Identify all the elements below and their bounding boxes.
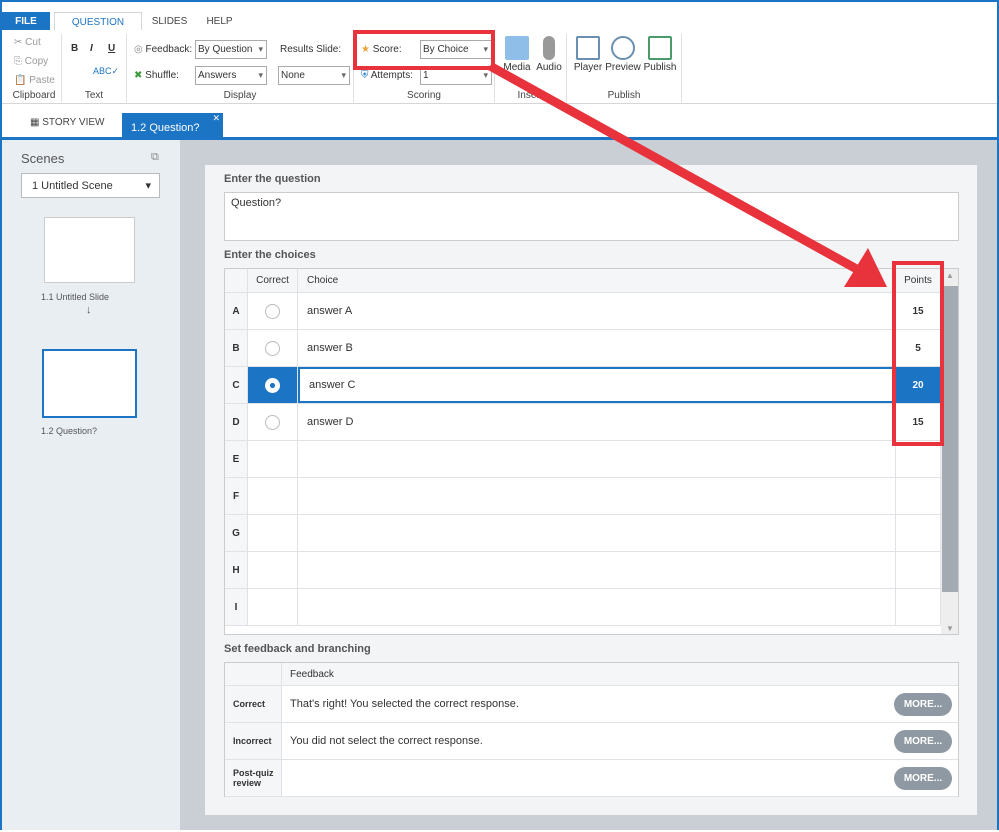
score-highlight-box [353,30,495,70]
points-highlight-box [892,261,944,446]
annotation-arrow [487,62,865,276]
annotation-overlay [353,30,944,446]
